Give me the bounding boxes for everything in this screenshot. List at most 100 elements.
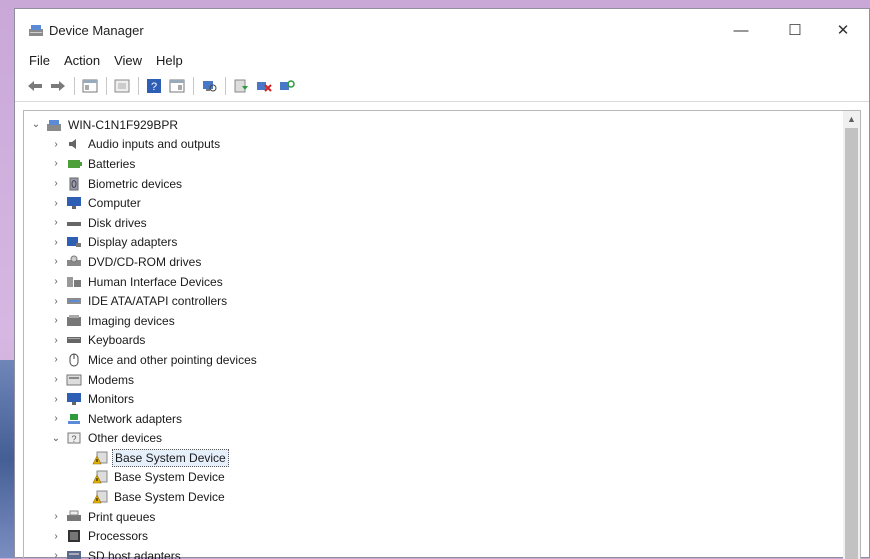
device-manager-window: Device Manager — ☐ ✕ File Action View He…: [14, 8, 870, 559]
menu-action[interactable]: Action: [64, 53, 100, 68]
tree-category[interactable]: › Print queues: [24, 507, 259, 527]
tree-category-label: Monitors: [88, 392, 135, 407]
properties-icon[interactable]: [112, 76, 132, 96]
expand-chevron-icon[interactable]: ›: [50, 276, 62, 288]
expand-chevron-icon[interactable]: ›: [50, 217, 62, 229]
tree-category[interactable]: › Computer: [24, 193, 259, 213]
tree-device-label: Base System Device: [114, 490, 225, 505]
tree-category[interactable]: › Mice and other pointing devices: [24, 350, 259, 370]
back-arrow-icon[interactable]: [25, 76, 45, 96]
display-adapter-icon: [66, 235, 82, 249]
toolbar-separator: [106, 77, 107, 95]
minimize-button[interactable]: —: [719, 15, 763, 45]
tree-category-label: Mice and other pointing devices: [88, 352, 257, 367]
help-icon[interactable]: ?: [144, 76, 164, 96]
expand-chevron-icon[interactable]: ›: [50, 393, 62, 405]
menu-help[interactable]: Help: [156, 53, 183, 68]
uninstall-device-icon[interactable]: [254, 76, 274, 96]
tree-category-label: IDE ATA/ATAPI controllers: [88, 294, 228, 309]
imaging-device-icon: [66, 314, 82, 328]
tree-category-label: Batteries: [88, 156, 136, 171]
menu-view[interactable]: View: [114, 53, 142, 68]
tree-category[interactable]: › Keyboards: [24, 331, 259, 351]
sd-adapter-icon: [66, 549, 82, 559]
window-title: Device Manager: [49, 23, 144, 38]
warning-device-icon: [92, 470, 108, 484]
expand-chevron-icon[interactable]: ›: [50, 334, 62, 346]
title-bar[interactable]: Device Manager — ☐ ✕: [15, 9, 869, 49]
tree-category[interactable]: › Disk drives: [24, 213, 259, 233]
tree-category[interactable]: › Modems: [24, 370, 259, 390]
collapse-chevron-icon[interactable]: ⌄: [30, 119, 42, 131]
tree-category-label: Display adapters: [88, 235, 178, 250]
tree-device-label: Base System Device: [114, 470, 225, 485]
expand-chevron-icon[interactable]: ›: [50, 530, 62, 542]
forward-arrow-icon[interactable]: [48, 76, 68, 96]
expand-chevron-icon[interactable]: ›: [50, 158, 62, 170]
tree-category[interactable]: › Monitors: [24, 389, 259, 409]
tree-category[interactable]: › IDE ATA/ATAPI controllers: [24, 291, 259, 311]
tree-category-label: Processors: [88, 529, 149, 544]
tree-category[interactable]: › Human Interface Devices: [24, 272, 259, 292]
tree-device[interactable]: Base System Device: [24, 468, 259, 488]
vertical-scrollbar[interactable]: ▲: [843, 111, 860, 559]
tree-category-label: Network adapters: [88, 411, 183, 426]
tree-category[interactable]: › Audio inputs and outputs: [24, 135, 259, 155]
tree-category[interactable]: › Biometric devices: [24, 174, 259, 194]
expand-chevron-icon[interactable]: ›: [50, 256, 62, 268]
printer-icon: [66, 510, 82, 524]
expand-chevron-icon[interactable]: ›: [50, 236, 62, 248]
expand-chevron-icon[interactable]: ›: [50, 511, 62, 523]
tree-category[interactable]: › SD host adapters: [24, 546, 259, 559]
scroll-up-arrow[interactable]: ▲: [843, 111, 860, 127]
tree-root[interactable]: ⌄ WIN-C1N1F929BPR: [24, 115, 259, 135]
expand-chevron-icon[interactable]: ›: [50, 413, 62, 425]
computer-icon: [46, 118, 62, 132]
close-button[interactable]: ✕: [821, 15, 865, 45]
tree-device[interactable]: Base System Device: [24, 487, 259, 507]
device-tree-list: ⌄ WIN-C1N1F929BPR › Audio inputs and outp…: [24, 115, 259, 559]
expand-chevron-icon[interactable]: ›: [50, 138, 62, 150]
svg-text:?: ?: [151, 81, 157, 93]
ide-controller-icon: [66, 294, 82, 308]
show-hide-console-tree-icon[interactable]: [80, 76, 100, 96]
tree-category[interactable]: › Batteries: [24, 154, 259, 174]
tree-category[interactable]: ⌄? Other devices: [24, 429, 259, 449]
unknown-device-icon: ?: [66, 431, 82, 445]
expand-chevron-icon[interactable]: ›: [50, 197, 62, 209]
tree-category[interactable]: › Network adapters: [24, 409, 259, 429]
tree-category-label: Audio inputs and outputs: [88, 137, 221, 152]
maximize-button[interactable]: ☐: [773, 15, 817, 45]
biometric-icon: [66, 177, 82, 191]
menu-file[interactable]: File: [29, 53, 50, 68]
enable-device-icon[interactable]: [277, 76, 297, 96]
tree-category[interactable]: › Processors: [24, 526, 259, 546]
tree-device[interactable]: Base System Device: [24, 448, 259, 468]
update-driver-icon[interactable]: [231, 76, 251, 96]
tree-category[interactable]: › DVD/CD-ROM drives: [24, 252, 259, 272]
view-icon[interactable]: [167, 76, 187, 96]
svg-text:?: ?: [71, 434, 76, 444]
toolbar-separator: [138, 77, 139, 95]
warning-device-icon: [92, 451, 108, 465]
expand-chevron-icon[interactable]: ›: [50, 354, 62, 366]
expand-chevron-icon[interactable]: ›: [50, 295, 62, 307]
battery-icon: [66, 157, 82, 171]
tree-category[interactable]: › Imaging devices: [24, 311, 259, 331]
hid-icon: [66, 275, 82, 289]
toolbar-separator: [74, 77, 75, 95]
desktop-background: [0, 360, 14, 558]
speaker-icon: [66, 137, 82, 151]
scan-hardware-icon[interactable]: [199, 76, 219, 96]
tree-category-label: Human Interface Devices: [88, 274, 223, 289]
tree-category-label: Imaging devices: [88, 313, 175, 328]
toolbar-separator: [193, 77, 194, 95]
tree-category-label: Computer: [88, 196, 141, 211]
expand-chevron-icon[interactable]: ›: [50, 374, 62, 386]
expand-chevron-icon[interactable]: ›: [50, 178, 62, 190]
expand-chevron-icon[interactable]: ⌄: [50, 432, 62, 444]
scrollbar-thumb[interactable]: [845, 128, 858, 559]
tree-root-label: WIN-C1N1F929BPR: [68, 117, 179, 132]
tree-category[interactable]: › Display adapters: [24, 233, 259, 253]
expand-chevron-icon[interactable]: ›: [50, 315, 62, 327]
